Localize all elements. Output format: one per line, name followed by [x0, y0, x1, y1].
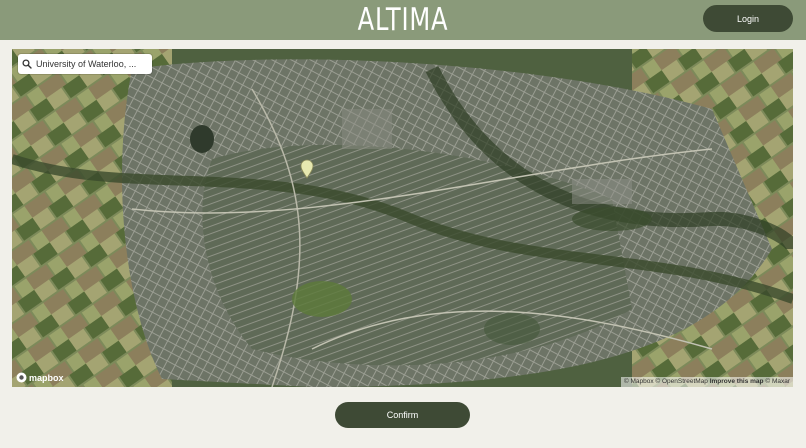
confirm-button[interactable]: Confirm	[335, 402, 470, 428]
top-bar: ALTIMA Login	[0, 0, 806, 40]
improve-map-link[interactable]: Improve this map	[710, 378, 764, 385]
mapbox-logo[interactable]: mapbox	[16, 371, 64, 384]
attribution-mapbox-link[interactable]: © Mapbox	[624, 378, 654, 385]
map-attribution: © Mapbox © OpenStreetMap Improve this ma…	[620, 377, 793, 387]
satellite-imagery	[12, 49, 793, 387]
mapbox-wordmark: mapbox	[29, 372, 64, 383]
login-button[interactable]: Login	[703, 5, 793, 32]
search-input[interactable]	[36, 55, 146, 73]
app-logo: ALTIMA	[357, 2, 449, 38]
mapbox-logo-icon	[16, 372, 27, 383]
satellite-map[interactable]: mapbox © Mapbox © OpenStreetMap Improve …	[12, 49, 793, 387]
location-search[interactable]	[18, 54, 152, 74]
search-icon	[18, 54, 36, 74]
attribution-maxar-link[interactable]: © Maxar	[765, 378, 790, 385]
attribution-osm-link[interactable]: © OpenStreetMap	[655, 378, 707, 385]
map-pin-icon[interactable]	[300, 159, 314, 179]
